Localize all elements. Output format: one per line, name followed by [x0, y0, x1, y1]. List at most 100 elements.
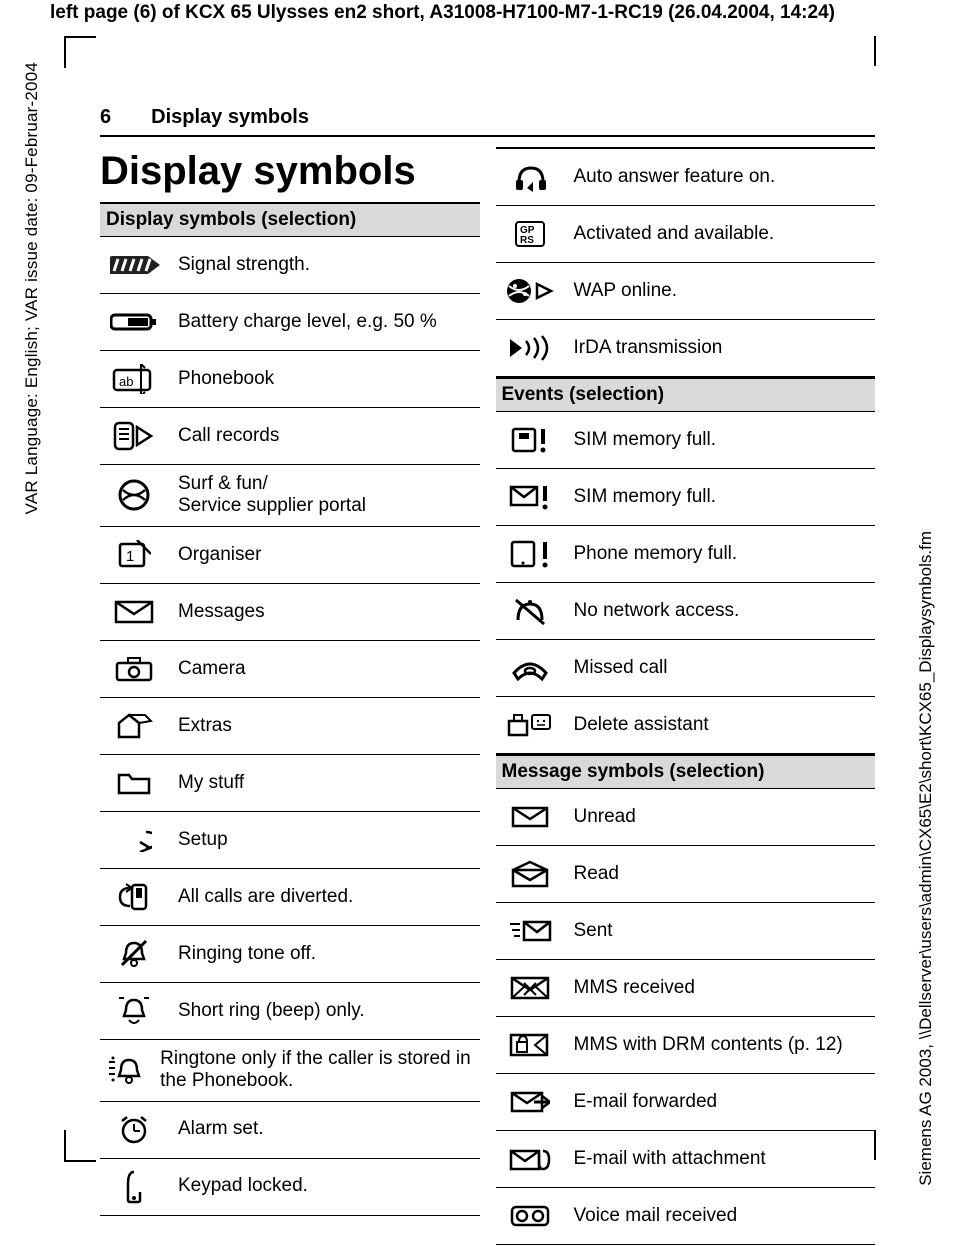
sent-icon — [500, 918, 560, 944]
table-row: WAP online. — [496, 263, 876, 320]
phone-memory-full-icon — [500, 539, 560, 569]
row-label: Activated and available. — [574, 223, 775, 245]
setup-icon — [104, 828, 164, 852]
table-row: My stuff — [100, 755, 480, 812]
table-row: Alarm set. — [100, 1102, 480, 1159]
row-label: Phonebook — [178, 368, 274, 390]
running-head: 6 Display symbols — [100, 106, 875, 137]
voice-mail-icon — [500, 1205, 560, 1227]
table-row: Battery charge level, e.g. 50 % — [100, 294, 480, 351]
table-row: SIM memory full. — [496, 412, 876, 469]
row-label: SIM memory full. — [574, 486, 717, 508]
table-row: Setup — [100, 812, 480, 869]
sim-memory-full-icon — [500, 426, 560, 454]
mms-received-icon — [500, 975, 560, 1001]
row-label: Surf & fun/ Service supplier portal — [178, 473, 366, 518]
header-page-ref: left page (6) — [50, 2, 157, 23]
row-label: E-mail forwarded — [574, 1091, 718, 1113]
row-label: Call records — [178, 425, 279, 447]
table-row: Messages — [100, 584, 480, 641]
table-row: Surf & fun/ Service supplier portal — [100, 465, 480, 527]
table-row: Sent — [496, 903, 876, 960]
document-header: left page (6) of KCX 65 Ulysses en2 shor… — [50, 2, 835, 24]
row-label: Delete assistant — [574, 714, 709, 736]
margin-note-left: VAR Language: English; VAR issue date: 0… — [22, 62, 42, 514]
crop-mark-bottom-left — [64, 1130, 96, 1162]
row-label: MMS with DRM contents (p. 12) — [574, 1034, 843, 1056]
page: left page (6) of KCX 65 Ulysses en2 shor… — [0, 0, 954, 1246]
row-label: No network access. — [574, 600, 740, 622]
table-row: MMS received — [496, 960, 876, 1017]
delete-assistant-icon — [500, 711, 560, 739]
svg-text:ab: ab — [119, 374, 133, 389]
section-header-messages: Message symbols (selection) — [496, 754, 876, 789]
crop-mark-top-left — [64, 36, 96, 68]
row-label: WAP online. — [574, 280, 678, 302]
row-label: Voice mail received — [574, 1205, 738, 1227]
phonebook-icon: ab — [104, 364, 164, 394]
row-label: Ringing tone off. — [178, 943, 316, 965]
row-label: Unread — [574, 806, 636, 828]
row-label: Missed call — [574, 657, 668, 679]
table-row: Unread — [496, 789, 876, 846]
row-label: Keypad locked. — [178, 1175, 308, 1197]
ringing-off-icon — [104, 939, 164, 969]
messages-icon — [104, 599, 164, 625]
table-row: 1 Organiser — [100, 527, 480, 584]
content-area: 6 Display symbols Display symbols Displa… — [100, 106, 875, 1245]
gprs-icon: GPRS — [500, 220, 560, 248]
mms-drm-icon — [500, 1032, 560, 1058]
table-row: E-mail forwarded — [496, 1074, 876, 1131]
table-row: Signal strength. — [100, 237, 480, 294]
table-row: IrDA transmission — [496, 320, 876, 377]
row-label: Ringtone only if the caller is stored in… — [160, 1048, 475, 1093]
page-title: Display symbols — [100, 149, 480, 194]
table-row: GPRS Activated and available. — [496, 206, 876, 263]
row-label: Sent — [574, 920, 613, 942]
header-doc-title: of KCX 65 Ulysses en2 short, A31008-H710… — [157, 2, 835, 23]
table-row: ab Phonebook — [100, 351, 480, 408]
table-row: Short ring (beep) only. — [100, 983, 480, 1040]
table-row: Call records — [100, 408, 480, 465]
row-label: Phone memory full. — [574, 543, 738, 565]
alarm-set-icon — [104, 1115, 164, 1145]
row-label: Signal strength. — [178, 254, 310, 276]
extras-icon — [104, 711, 164, 741]
no-network-icon — [500, 596, 560, 626]
table-row: MMS with DRM contents (p. 12) — [496, 1017, 876, 1074]
organiser-icon: 1 — [104, 540, 164, 570]
page-number: 6 — [100, 106, 111, 129]
svg-text:RS: RS — [520, 235, 534, 246]
wap-online-icon — [500, 276, 560, 306]
table-row: SIM memory full. — [496, 469, 876, 526]
globe-icon — [104, 478, 164, 512]
section-header-events: Events (selection) — [496, 377, 876, 412]
row-label: Battery charge level, e.g. 50 % — [178, 311, 437, 333]
table-row: Extras — [100, 698, 480, 755]
table-row: No network access. — [496, 583, 876, 640]
ringtone-phonebook-icon — [104, 1054, 146, 1086]
table-row: Keypad locked. — [100, 1159, 480, 1216]
short-ring-icon — [104, 996, 164, 1026]
table-row: All calls are diverted. — [100, 869, 480, 926]
folder-icon — [104, 769, 164, 797]
row-label: Messages — [178, 601, 265, 623]
row-label: SIM memory full. — [574, 429, 717, 451]
email-attachment-icon — [500, 1145, 560, 1173]
call-records-icon — [104, 421, 164, 451]
row-label: All calls are diverted. — [178, 886, 353, 908]
crop-mark-top-right — [874, 36, 876, 66]
read-icon — [500, 860, 560, 888]
table-row: E-mail with attachment — [496, 1131, 876, 1188]
sim-memory-full-envelope-icon — [500, 483, 560, 511]
irda-icon — [500, 335, 560, 361]
row-label: Organiser — [178, 544, 261, 566]
email-forwarded-icon — [500, 1088, 560, 1116]
calls-diverted-icon — [104, 882, 164, 912]
row-label: E-mail with attachment — [574, 1148, 766, 1170]
table-row: Ringtone only if the caller is stored in… — [100, 1040, 480, 1102]
row-label: IrDA transmission — [574, 337, 723, 359]
keypad-locked-icon — [104, 1170, 164, 1204]
margin-note-right: Siemens AG 2003, \\Dellserver\users\admi… — [916, 531, 936, 1186]
table-row: Read — [496, 846, 876, 903]
